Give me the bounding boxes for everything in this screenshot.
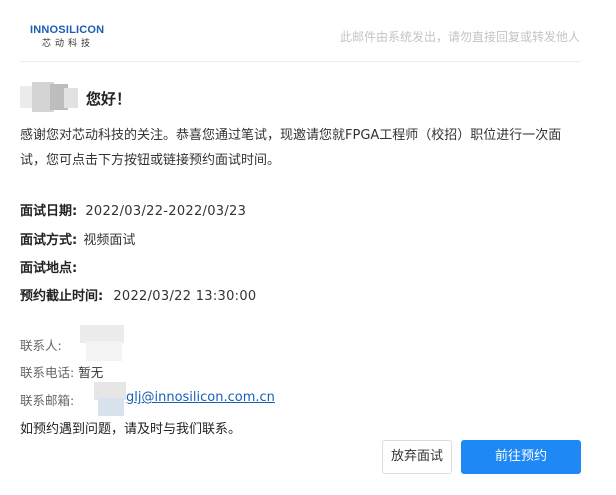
greeting: 您好！ xyxy=(86,90,132,108)
contact-phone-label: 联系电话: xyxy=(20,365,75,380)
logo-text: INNOSILICON xyxy=(30,24,105,36)
interview-date-label: 面试日期: xyxy=(20,204,78,219)
interview-mode-value: 视频面试 xyxy=(83,233,136,248)
interview-location-row: 面试地点: xyxy=(20,257,77,276)
contact-person-label: 联系人: xyxy=(20,338,62,353)
system-notice: 此邮件由系统发出，请勿直接回复或转发他人 xyxy=(339,30,580,44)
interview-date-value: 2022/03/22-2022/03/23 xyxy=(85,204,247,219)
email-header: INNOSILICON 芯动科技 此邮件由系统发出，请勿直接回复或转发他人 xyxy=(0,0,616,62)
book-interview-button[interactable]: 前往预约 xyxy=(461,440,581,474)
booking-deadline-label: 预约截止时间: xyxy=(20,289,104,304)
contact-email-link[interactable]: glj@innosilicon.com.cn xyxy=(126,390,275,405)
contact-person-mask xyxy=(80,325,124,361)
booking-deadline-value: 2022/03/22 13:30:00 xyxy=(113,289,257,304)
intro-paragraph: 感谢您对芯动科技的关注。恭喜您通过笔试，现邀请您就FPGA工程师（校招）职位进行… xyxy=(20,128,562,168)
contact-person-row: 联系人: xyxy=(20,335,62,354)
contact-phone-row: 联系电话: 暂无 xyxy=(20,362,103,381)
interview-date-row: 面试日期: 2022/03/22-2022/03/23 xyxy=(20,200,246,219)
interview-mode-label: 面试方式: xyxy=(20,233,78,248)
contact-email-mask xyxy=(94,382,126,416)
decline-interview-button[interactable]: 放弃面试 xyxy=(382,440,452,474)
booking-deadline-row: 预约截止时间: 2022/03/22 13:30:00 xyxy=(20,285,257,304)
logo-subtext: 芯动科技 xyxy=(42,39,95,49)
header-divider xyxy=(20,61,581,62)
interview-location-label: 面试地点: xyxy=(20,261,78,276)
interview-mode-row: 面试方式: 视频面试 xyxy=(20,229,135,248)
contact-email-row: 联系邮箱: xyxy=(20,390,74,409)
contact-phone-value: 暂无 xyxy=(78,365,104,380)
contact-email-label: 联系邮箱: xyxy=(20,393,75,408)
email-page: INNOSILICON 芯动科技 此邮件由系统发出，请勿直接回复或转发他人 您好… xyxy=(0,0,616,495)
company-logo: INNOSILICON 芯动科技 xyxy=(30,24,110,49)
recipient-name-mask xyxy=(20,82,78,112)
help-text: 如预约遇到问题，请及时与我们联系。 xyxy=(20,422,242,437)
